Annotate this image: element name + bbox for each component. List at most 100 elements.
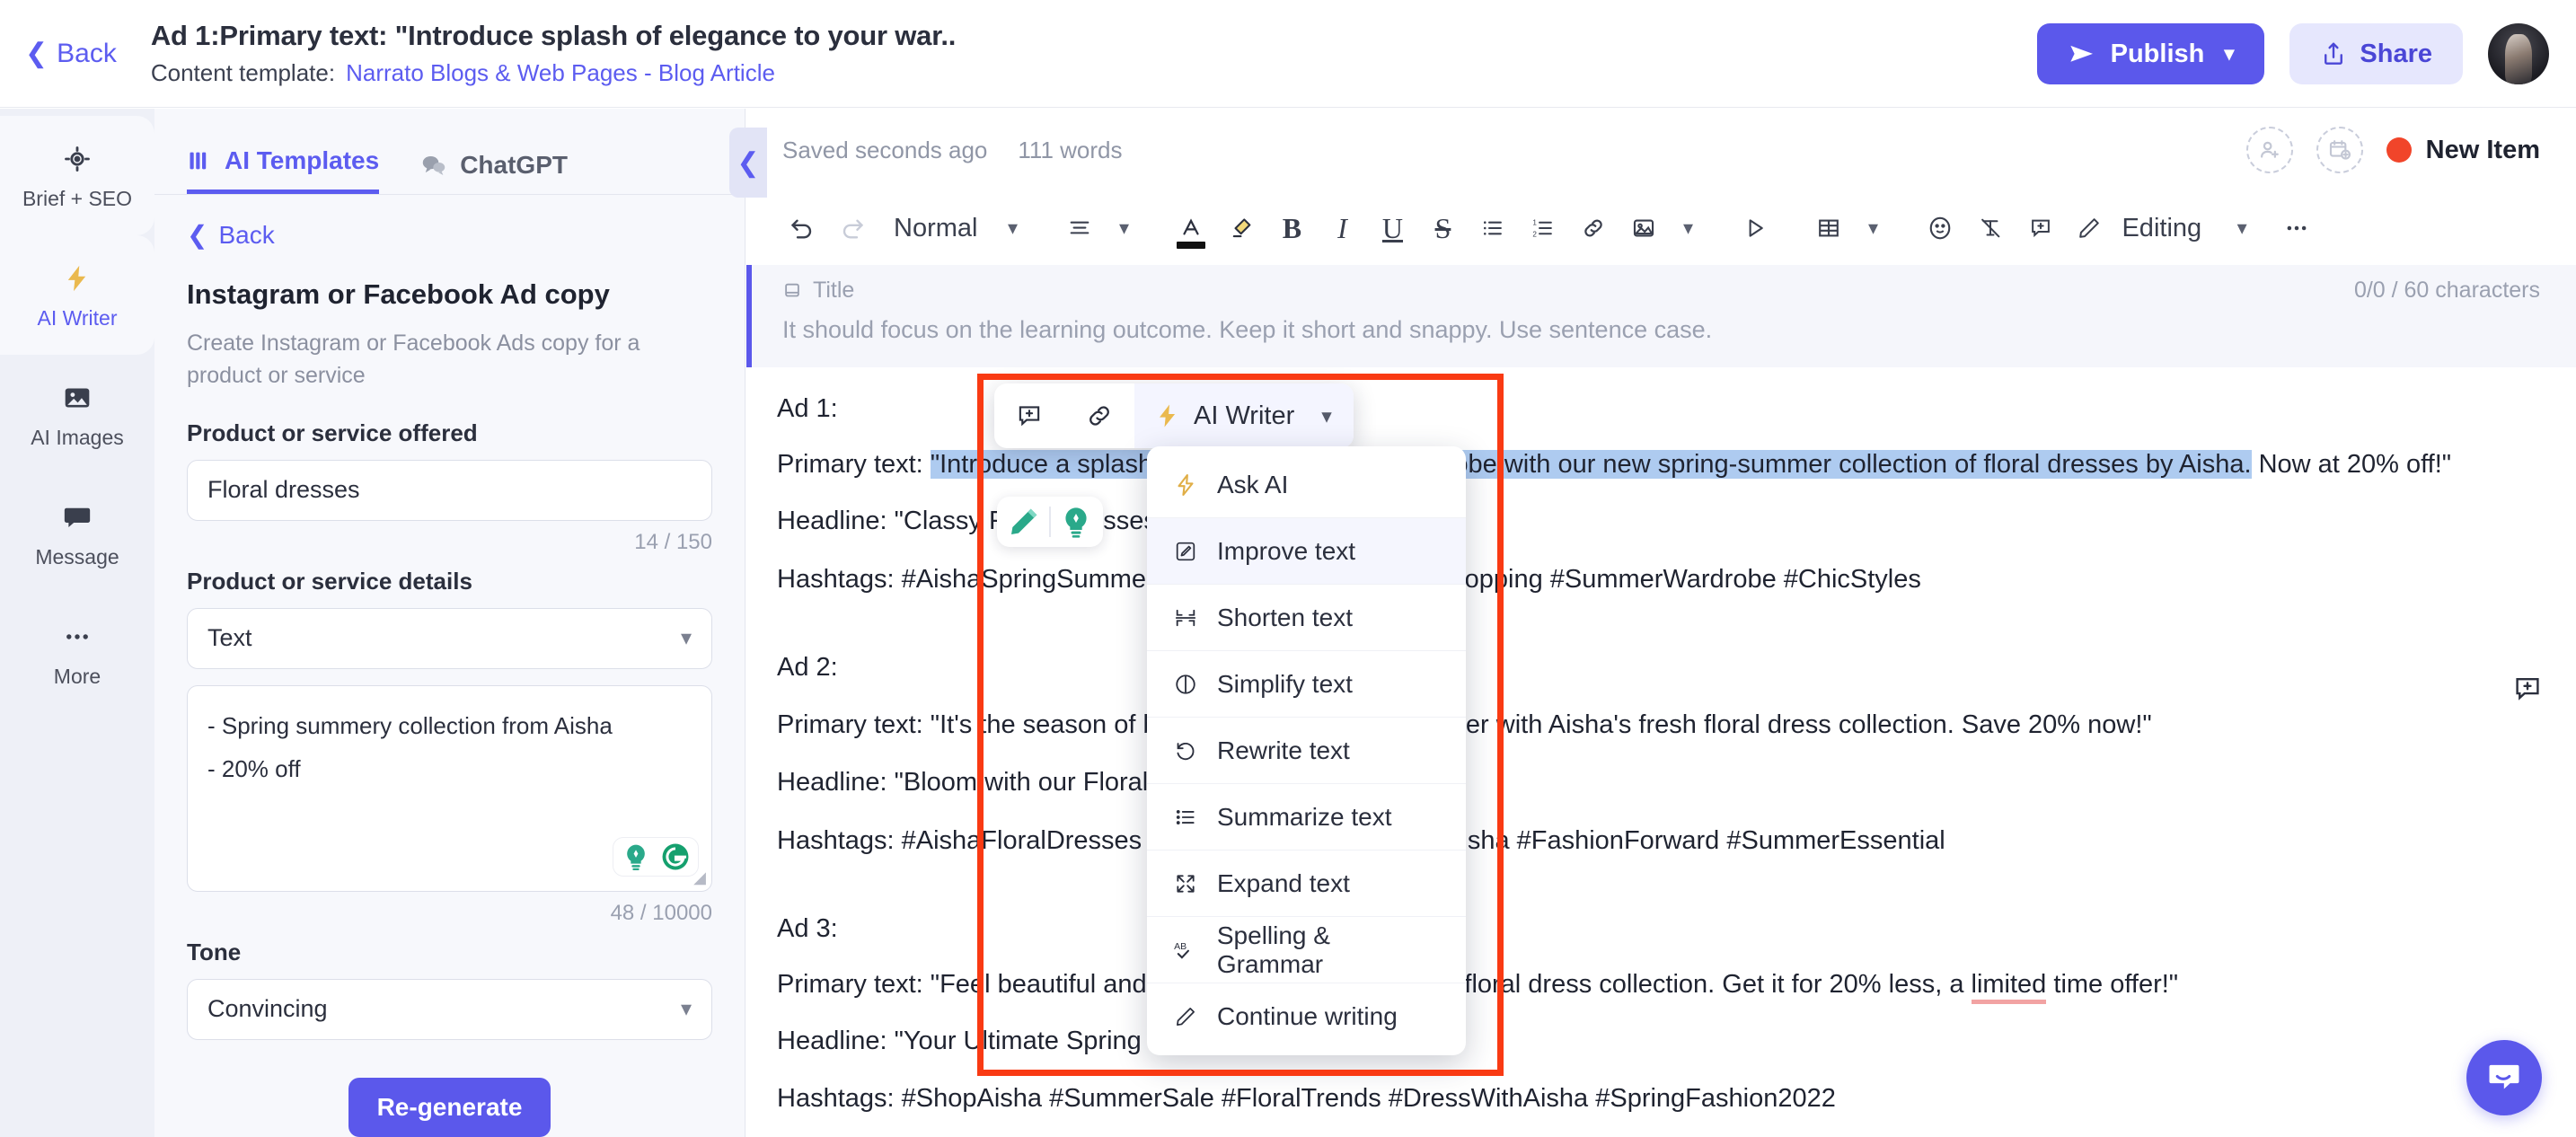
chevron-down-icon[interactable]: ▾ xyxy=(995,202,1029,254)
chevron-down-icon[interactable]: ▾ xyxy=(2225,202,2259,254)
sidebar-item-message[interactable]: Message xyxy=(0,474,154,594)
share-button[interactable]: Share xyxy=(2289,23,2463,84)
strikethrough-button[interactable]: S xyxy=(1419,202,1466,254)
ai-writer-dropdown-button[interactable]: AI Writer ▾ xyxy=(1134,383,1354,448)
ad1-primary-highlight: "Introduce a splash of elegance to your … xyxy=(930,450,2252,480)
resize-handle[interactable]: ◢ xyxy=(693,868,706,887)
svg-text:AB: AB xyxy=(1174,940,1187,951)
sidebar-item-ai-writer[interactable]: AI Writer xyxy=(0,235,154,355)
sidebar-item-label: Message xyxy=(35,545,119,568)
emoji-button[interactable] xyxy=(1917,202,1963,254)
status-badge[interactable]: New Item xyxy=(2386,136,2540,165)
menu-item-improve-text[interactable]: Improve text xyxy=(1147,518,1466,585)
menu-item-label: Continue writing xyxy=(1217,1002,1398,1030)
link-icon[interactable] xyxy=(1064,383,1134,448)
undo-button[interactable] xyxy=(779,202,825,254)
chevron-down-icon[interactable]: ▾ xyxy=(1856,202,1890,254)
ad2-headline: Headline: "Bloom with our Floral Dresses… xyxy=(777,768,1260,798)
writing-bulb-icon[interactable] xyxy=(1058,504,1094,540)
editor-status-bar: Saved seconds ago 111 words New Item xyxy=(746,109,2576,191)
pencil-icon xyxy=(1170,1005,1201,1028)
font-color-button[interactable] xyxy=(1168,202,1214,254)
writing-pen-icon[interactable] xyxy=(1006,504,1042,540)
underline-button[interactable]: U xyxy=(1369,202,1416,254)
sidebar-item-more[interactable]: More xyxy=(0,594,154,713)
ad1-hashtags: Hashtags: #AishaSpringSummer #FloralDres… xyxy=(777,564,1921,594)
insert-image-button[interactable] xyxy=(1620,202,1667,254)
regenerate-button[interactable]: Re-generate xyxy=(348,1077,551,1137)
side-add-comment-button[interactable] xyxy=(2506,667,2549,710)
details-field-label: Product or service details xyxy=(187,567,472,595)
template-subheading: Create Instagram or Facebook Ads copy fo… xyxy=(187,331,640,389)
writing-bulb-icon[interactable] xyxy=(621,842,651,872)
bullet-list-button[interactable] xyxy=(1469,202,1516,254)
publish-button[interactable]: Publish ▾ xyxy=(2036,23,2265,84)
tab-chatgpt[interactable]: ChatGPT xyxy=(420,151,568,194)
chat-bubbles-icon xyxy=(420,153,447,178)
details-type-select[interactable]: Text ▾ xyxy=(187,607,712,669)
ad2-heading: Ad 2: xyxy=(777,652,838,682)
chevron-down-icon[interactable]: ▾ xyxy=(1671,202,1705,254)
avatar[interactable] xyxy=(2488,23,2549,84)
paragraph-style-select[interactable]: Normal xyxy=(879,202,992,254)
menu-item-rewrite-text[interactable]: Rewrite text xyxy=(1147,718,1466,784)
sidebar-item-ai-images[interactable]: AI Images xyxy=(0,355,154,474)
content-template-label: Content template: xyxy=(150,59,336,86)
italic-button[interactable]: I xyxy=(1319,202,1365,254)
document-body[interactable]: Ad 1: Primary text: "Introduce a splash … xyxy=(746,367,2576,1115)
details-textarea[interactable]: - Spring summery collection from Aisha -… xyxy=(187,684,712,892)
ad1-primary-text: Primary text: "Introduce a splash of ele… xyxy=(777,450,2540,480)
insert-video-button[interactable] xyxy=(1732,202,1778,254)
grammarly-icon[interactable] xyxy=(660,842,691,872)
sidebar-item-brief-seo[interactable]: Brief + SEO xyxy=(0,116,154,235)
panel-collapse-button[interactable]: ❮ xyxy=(729,128,767,198)
highlighter-button[interactable] xyxy=(1218,202,1265,254)
menu-item-continue-writing[interactable]: Continue writing xyxy=(1147,983,1466,1050)
menu-item-spelling-grammar[interactable]: AB Spelling & Grammar xyxy=(1147,917,1466,983)
content-template-link[interactable]: Narrato Blogs & Web Pages - Blog Article xyxy=(346,59,775,87)
link-button[interactable] xyxy=(1570,202,1617,254)
menu-item-label: Shorten text xyxy=(1217,603,1353,631)
chevron-down-icon[interactable]: ▾ xyxy=(1107,202,1141,254)
ad3-primary-text: Primary text: "Feel beautiful and confid… xyxy=(777,970,2540,1004)
panel-back-button[interactable]: ❮ Back xyxy=(187,220,712,250)
numbered-list-button[interactable]: 12 xyxy=(1520,202,1566,254)
editing-mode-button[interactable]: Editing xyxy=(2068,202,2210,254)
insert-table-button[interactable] xyxy=(1805,202,1852,254)
align-button[interactable] xyxy=(1056,202,1103,254)
chevron-left-icon: ❮ xyxy=(737,147,760,178)
underline-label: U xyxy=(1381,211,1404,244)
add-comment-icon[interactable] xyxy=(994,383,1064,448)
menu-item-summarize-text[interactable]: Summarize text xyxy=(1147,784,1466,851)
status-actions: New Item xyxy=(2245,127,2540,173)
title-area: Ad 1:Primary text: "Introduce splash of … xyxy=(150,20,957,87)
add-comment-button[interactable] xyxy=(2017,202,2064,254)
toolbar-more-button[interactable] xyxy=(2273,202,2320,254)
title-field-block[interactable]: Title 0/0 / 60 characters It should focu… xyxy=(746,265,2576,367)
product-input[interactable]: Floral dresses xyxy=(187,459,712,521)
sidebar-item-label: Brief + SEO xyxy=(22,187,133,210)
menu-item-simplify-text[interactable]: Simplify text xyxy=(1147,651,1466,718)
menu-item-shorten-text[interactable]: Shorten text xyxy=(1147,585,1466,651)
add-calendar-icon[interactable] xyxy=(2316,127,2363,173)
chat-support-button[interactable] xyxy=(2466,1040,2542,1115)
menu-item-expand-text[interactable]: Expand text xyxy=(1147,851,1466,917)
tab-ai-templates[interactable]: AI Templates xyxy=(187,146,380,194)
ad3-heading: Ad 3: xyxy=(777,913,838,943)
tone-select[interactable]: Convincing ▾ xyxy=(187,978,712,1040)
ad2-primary-text: Primary text: "It's the season of bloomi… xyxy=(777,710,2152,739)
clear-format-button[interactable] xyxy=(1967,202,2014,254)
tone-value: Convincing xyxy=(207,995,328,1022)
details-counter: 48 / 10000 xyxy=(610,900,712,925)
add-person-icon[interactable] xyxy=(2245,127,2293,173)
lightning-icon xyxy=(1170,472,1201,498)
menu-item-label: Spelling & Grammar xyxy=(1216,921,1330,978)
back-button[interactable]: ❮ Back xyxy=(25,39,117,69)
redo-button[interactable] xyxy=(829,202,876,254)
template-heading: Instagram or Facebook Ad copy xyxy=(187,278,610,310)
editor-area: Saved seconds ago 111 words New Item Nor… xyxy=(746,109,2576,1137)
chat-bubble-icon xyxy=(2483,1057,2525,1098)
bold-button[interactable]: B xyxy=(1268,202,1315,254)
menu-item-ask-ai[interactable]: Ask AI xyxy=(1147,452,1466,518)
shorten-icon xyxy=(1170,606,1201,630)
